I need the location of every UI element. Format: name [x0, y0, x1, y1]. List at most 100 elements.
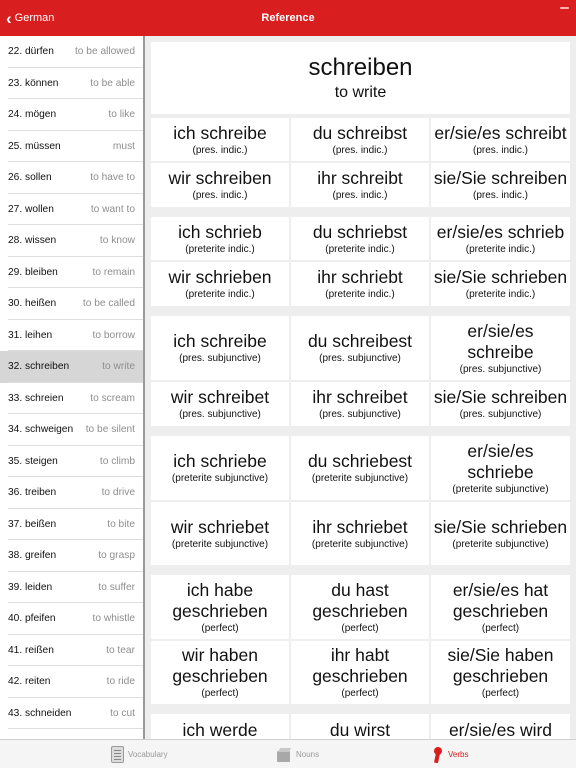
vocabulary-icon — [111, 746, 124, 763]
conjugation-cell: sie/Sie schreiben (pres. indic.) — [431, 163, 570, 207]
verb-list-item[interactable]: 32. schreiben to write — [0, 351, 143, 383]
verb-list-item-translation: to bite — [107, 518, 135, 530]
conjugated-form: ich schrieb — [178, 221, 262, 242]
verb-list-item-label: 29. bleiben — [8, 266, 58, 278]
verb-translation: to write — [334, 84, 387, 101]
verb-list-item-label: 25. müssen — [8, 140, 61, 152]
conjugated-form: ihr schriebet — [312, 516, 408, 537]
verb-list-item-translation: to ride — [106, 676, 135, 688]
navigation-bar: ‹ German Reference — [0, 0, 576, 36]
verb-list-item-label: 31. leihen — [8, 329, 53, 341]
conjugated-form: sie/Sie schrieben — [433, 516, 568, 537]
conjugation-cell: sie/Sie haben geschrieben (perfect) — [431, 641, 570, 704]
conjugated-form: du schreibest — [307, 331, 413, 351]
verb-list-item-translation: to be allowed — [74, 46, 135, 58]
conjugated-form: sie/Sie schrieben — [433, 267, 568, 287]
verb-list-item-label: 32. schreiben — [8, 361, 70, 373]
conjugated-form: er/sie/es schreibe — [467, 320, 534, 362]
verb-list-item[interactable]: 25. müssen must — [0, 131, 143, 163]
verb-list-item[interactable]: 42. reiten to ride — [0, 666, 143, 698]
verb-list-item[interactable]: 43. schneiden to cut — [0, 698, 143, 730]
verb-list-item-label: 24. mögen — [8, 109, 57, 121]
tab-vocabulary[interactable]: Vocabulary — [111, 740, 168, 768]
verb-list-item[interactable]: 22. dürfen to be allowed — [0, 36, 143, 68]
conjugation-cell: ich werde — [151, 714, 289, 739]
verb-list-item[interactable]: 37. beißen to bite — [0, 509, 143, 541]
conjugation-cell: er/sie/es schreibt (pres. indic.) — [431, 118, 570, 161]
conjugation-panel[interactable]: schreiben to write ich schreibe (pres. in… — [145, 36, 576, 739]
verb-list-item[interactable]: 27. wollen to want to — [0, 194, 143, 226]
verb-list-item[interactable]: 34. schweigen to be silent — [0, 414, 143, 446]
tense-label: (perfect) — [481, 688, 520, 699]
tab-nouns[interactable]: Nouns — [276, 740, 319, 768]
conjugated-form: wir schreibet — [170, 387, 270, 407]
conjugation-cell: ihr schreibt (pres. indic.) — [291, 163, 429, 207]
conjugation-cell: ich schrieb (preterite indic.) — [151, 217, 289, 260]
verb-list-item[interactable]: 33. schreien to scream — [0, 383, 143, 415]
tense-label: (preterite subjunctive) — [171, 473, 269, 484]
verb-list-item[interactable]: 29. bleiben to remain — [0, 257, 143, 289]
verb-list-item-translation: to want to — [90, 203, 135, 215]
conjugation-cell: du schriebest (preterite subjunctive) — [291, 436, 429, 500]
verb-list-item-translation: to be able — [90, 77, 135, 89]
verb-list-item-label: 42. reiten — [8, 676, 51, 688]
verb-list-item-translation: to tear — [106, 644, 135, 656]
verb-list-item[interactable]: 26. sollen to have to — [0, 162, 143, 194]
conjugated-form: er/sie/es schrieb — [436, 221, 565, 242]
conjugation-cell: du wirst — [291, 714, 429, 739]
conjugated-form: ihr schreibet — [312, 387, 408, 407]
nouns-icon — [276, 747, 292, 763]
conjugated-form: ich schriebe — [173, 451, 267, 471]
verb-list-item[interactable]: 39. leiden to suffer — [0, 572, 143, 604]
tense-label: (perfect) — [481, 622, 520, 634]
tense-label: (preterite indic.) — [185, 289, 255, 300]
tense-label: (preterite indic.) — [325, 289, 395, 300]
tense-label: (pres. indic.) — [472, 144, 528, 156]
verb-list-item[interactable]: 35. steigen to climb — [0, 446, 143, 478]
verbs-icon — [430, 746, 444, 764]
verb-list-item[interactable]: 38. greifen to grasp — [0, 540, 143, 572]
verb-list-item[interactable]: 23. können to be able — [0, 68, 143, 100]
verb-list-item-label: 26. sollen — [8, 172, 52, 184]
tense-label: (pres. subjunctive) — [319, 409, 401, 420]
conjugation-cell: wir schreibet (pres. subjunctive) — [151, 382, 289, 426]
verb-list-item[interactable]: 28. wissen to know — [0, 225, 143, 257]
verb-list-item-translation: to like — [108, 109, 135, 121]
tense-label: (preterite subjunctive) — [311, 538, 409, 550]
conjugation-cell: ich schreibe (pres. indic.) — [151, 118, 289, 161]
tense-label: (pres. subjunctive) — [459, 409, 542, 420]
conjugation-cell: er/sie/es schriebe (preterite subjunctive… — [431, 436, 570, 500]
verb-list-item-translation: to be called — [82, 298, 135, 310]
verb-list-item[interactable]: 36. treiben to drive — [0, 477, 143, 509]
conjugated-form: wir schreiben — [168, 168, 272, 188]
verb-list-item-label: 30. heißen — [8, 298, 57, 310]
tense-label: (preterite subjunctive) — [452, 538, 549, 550]
conjugated-form: du wirst — [329, 720, 391, 739]
verb-list-item[interactable]: 31. leihen to borrow — [0, 320, 143, 352]
verb-list-item[interactable]: 40. pfeifen to whistle — [0, 603, 143, 635]
verb-list-item-label: 28. wissen — [8, 235, 57, 247]
conjugated-form: sie/Sie haben geschrieben — [447, 645, 554, 686]
conjugation-cell: du schriebst (preterite indic.) — [291, 217, 429, 260]
conjugation-cell: ich schreibe (pres. subjunctive) — [151, 316, 289, 380]
conjugated-form: wir haben geschrieben — [172, 645, 268, 686]
verb-list-item-translation: to grasp — [98, 550, 135, 562]
verb-list-item-translation: to be silent — [85, 424, 135, 436]
verb-list-item-label: 43. schneiden — [8, 707, 72, 719]
verb-list-item[interactable]: 30. heißen to be called — [0, 288, 143, 320]
verb-list-item-translation: to suffer — [98, 581, 135, 593]
tab-bar: Vocabulary Nouns Verbs — [0, 739, 576, 768]
conjugated-form: ich habe geschrieben — [172, 579, 268, 621]
verb-list-item-translation: to scream — [90, 392, 135, 404]
verb-list-item-label: 41. reißen — [8, 644, 54, 656]
conjugation-cell: er/sie/es wird — [431, 714, 570, 739]
verb-list-item[interactable]: 41. reißen to tear — [0, 635, 143, 667]
verb-list[interactable]: 22. dürfen to be allowed 23. können to be a… — [0, 36, 143, 739]
conjugation-cell: du schreibest (pres. subjunctive) — [291, 316, 429, 380]
verb-list-item-translation: to borrow — [92, 329, 135, 341]
verb-list-item[interactable]: 24. mögen to like — [0, 99, 143, 131]
verb-list-item-translation: to remain — [92, 266, 135, 278]
conjugated-form: du schriebest — [307, 451, 413, 471]
tab-verbs[interactable]: Verbs — [430, 740, 468, 768]
conjugated-form: er/sie/es hat geschrieben — [452, 579, 549, 621]
